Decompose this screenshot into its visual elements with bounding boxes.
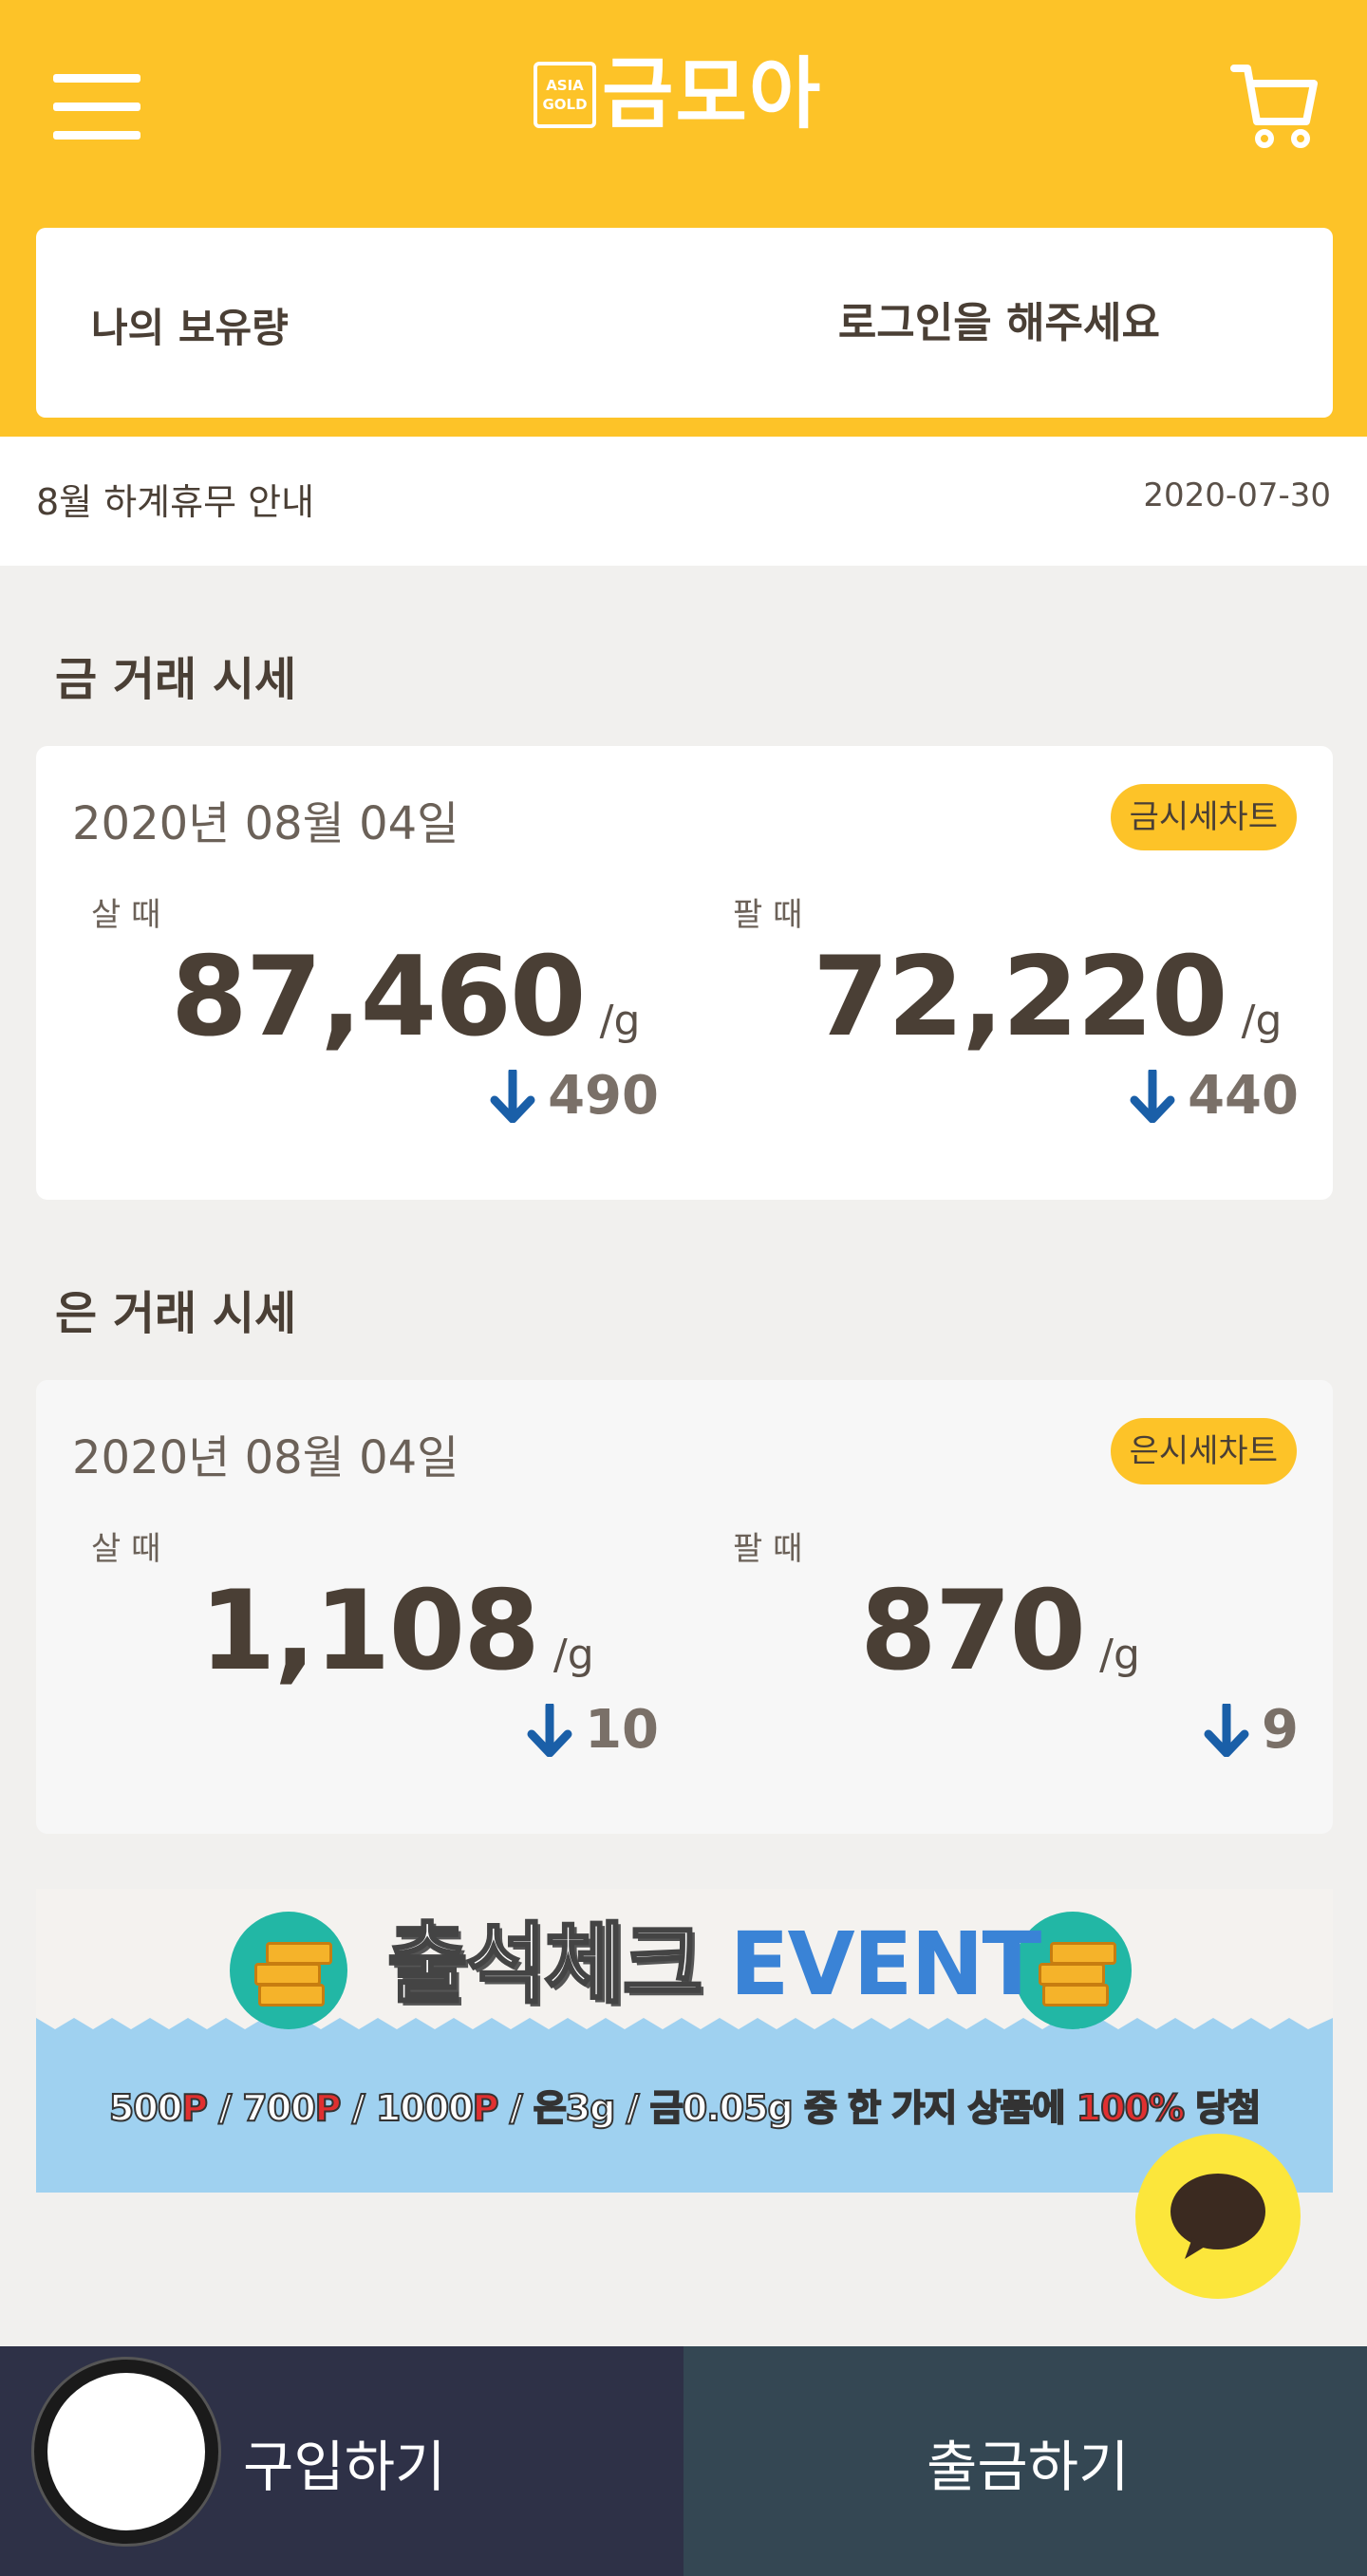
gold-buy-column: 살 때 87,460 /g 490 <box>36 888 659 1173</box>
gold-section-title: 금 거래 시세 <box>55 653 297 706</box>
silver-sell-price: 870 <box>860 1567 1086 1695</box>
silver-sell-unit: /g <box>1099 1631 1140 1679</box>
event-subtitle: 500P / 700P / 1000P / 은3g / 금0.05g 중 한 가… <box>108 2086 1262 2130</box>
silver-date: 2020년 08월 04일 <box>72 1431 459 1484</box>
gold-sell-label: 팔 때 <box>733 896 803 934</box>
arrow-down-icon <box>1130 1069 1175 1123</box>
gold-sell-price-row: 72,220 /g <box>813 936 1282 1059</box>
gold-sell-change-value: 440 <box>1188 1065 1299 1127</box>
silver-buy-label: 살 때 <box>91 1530 161 1568</box>
silver-buy-column: 살 때 1,108 /g 10 <box>36 1522 659 1807</box>
silver-buy-unit: /g <box>552 1631 594 1679</box>
arrow-down-icon <box>527 1703 572 1757</box>
arrow-down-icon <box>1204 1703 1249 1757</box>
event-title-en: EVENT <box>729 1913 1042 2015</box>
buy-button-label: 구입하기 <box>243 2435 446 2499</box>
gold-sell-change: 440 <box>1129 1065 1299 1127</box>
gold-buy-change-value: 490 <box>548 1065 659 1127</box>
silver-sell-label: 팔 때 <box>733 1530 803 1568</box>
logo-badge: ASIA GOLD <box>534 62 596 128</box>
gold-buy-change: 490 <box>489 1065 659 1127</box>
silver-buy-price-row: 1,108 /g <box>199 1570 594 1693</box>
event-title: 출석체크 EVENT <box>386 1908 1042 2022</box>
silver-chart-button[interactable]: 은시세차트 <box>1110 1418 1297 1484</box>
gold-buy-price-row: 87,460 /g <box>171 936 640 1059</box>
app-logo[interactable]: ASIA GOLD 금모아 <box>534 47 822 142</box>
event-title-kr: 출석체크 <box>386 1913 705 2017</box>
hamburger-menu-icon[interactable] <box>53 74 144 140</box>
notice-title: 8월 하계휴무 안내 <box>36 481 315 523</box>
gold-chart-button[interactable]: 금시세차트 <box>1110 784 1297 850</box>
silver-sell-price-row: 870 /g <box>860 1570 1140 1693</box>
silver-buy-price: 1,108 <box>199 1567 540 1695</box>
silver-sell-column: 팔 때 870 /g 9 <box>678 1522 1299 1807</box>
holding-card: 나의 보유량 로그인을 해주세요 <box>36 228 1333 418</box>
silver-sell-change: 9 <box>1203 1699 1299 1761</box>
holding-label: 나의 보유량 <box>91 305 289 351</box>
login-prompt-link[interactable]: 로그인을 해주세요 <box>838 289 1160 349</box>
gold-sell-column: 팔 때 72,220 /g 440 <box>678 888 1299 1173</box>
gold-price-card: 2020년 08월 04일 금시세차트 살 때 87,460 /g 490 팔 … <box>36 746 1333 1200</box>
avatar <box>34 2360 218 2544</box>
gold-buy-label: 살 때 <box>91 896 161 934</box>
app-header: ASIA GOLD 금모아 나의 보유량 로그인을 해주세요 <box>0 0 1367 437</box>
gold-date: 2020년 08월 04일 <box>72 797 459 850</box>
kakao-chat-icon[interactable] <box>1135 2134 1301 2299</box>
bottom-action-bar: 구입하기 출금하기 <box>0 2346 1367 2576</box>
arrow-down-icon <box>490 1069 535 1123</box>
notice-bar[interactable]: 8월 하계휴무 안내 2020-07-30 <box>0 437 1367 566</box>
logo-text: 금모아 <box>602 49 823 140</box>
gold-bar-icon <box>230 1912 347 2029</box>
withdraw-button[interactable]: 출금하기 <box>684 2346 1367 2576</box>
buy-button[interactable]: 구입하기 <box>0 2346 684 2576</box>
shopping-cart-icon[interactable] <box>1230 59 1318 150</box>
gold-buy-price: 87,460 <box>171 933 587 1061</box>
gold-sell-unit: /g <box>1241 997 1283 1045</box>
silver-section-title: 은 거래 시세 <box>55 1287 297 1340</box>
silver-buy-change: 10 <box>526 1699 659 1761</box>
silver-price-card: 2020년 08월 04일 은시세차트 살 때 1,108 /g 10 팔 때 … <box>36 1380 1333 1834</box>
notice-date: 2020-07-30 <box>1143 476 1331 514</box>
silver-sell-change-value: 9 <box>1262 1699 1299 1761</box>
gold-buy-unit: /g <box>599 997 641 1045</box>
withdraw-button-label: 출금하기 <box>927 2435 1130 2499</box>
gold-sell-price: 72,220 <box>813 933 1228 1061</box>
silver-buy-change-value: 10 <box>585 1699 659 1761</box>
